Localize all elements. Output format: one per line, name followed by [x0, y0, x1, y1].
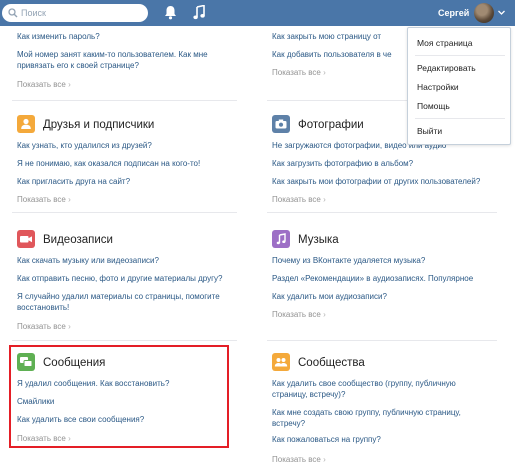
- menu-item-my-page[interactable]: Моя страница: [417, 37, 473, 49]
- question-link[interactable]: Как узнать, кто удалился из друзей?: [17, 140, 247, 151]
- question-link[interactable]: Мой номер занят каким-то пользователем. …: [17, 49, 242, 71]
- section-title[interactable]: Фотографии: [298, 118, 364, 132]
- section-title[interactable]: Друзья и подписчики: [43, 118, 154, 132]
- highlight-frame: [9, 345, 229, 448]
- question-link[interactable]: Как удалить свое сообщество (группу, пуб…: [272, 378, 477, 400]
- question-link[interactable]: Я случайно удалил материалы со страницы,…: [17, 291, 232, 313]
- question-link[interactable]: Как отправить песню, фото и другие матер…: [17, 273, 247, 284]
- menu-item-help[interactable]: Помощь: [417, 100, 450, 112]
- section-title[interactable]: Сообщества: [298, 356, 365, 370]
- avatar[interactable]: [474, 3, 494, 23]
- show-all-link[interactable]: Показать все ›: [17, 321, 71, 332]
- camera-icon: [272, 115, 290, 133]
- menu-item-logout[interactable]: Выйти: [417, 125, 442, 137]
- question-link[interactable]: Я не понимаю, как оказался подписан на к…: [17, 158, 247, 169]
- question-link[interactable]: Как пожаловаться на группу?: [272, 434, 502, 445]
- show-all-link[interactable]: Показать все ›: [17, 79, 71, 90]
- show-all-link[interactable]: Показать все ›: [272, 194, 326, 205]
- video-icon: [17, 230, 35, 248]
- question-link[interactable]: Как добавить пользователя в че: [272, 49, 404, 60]
- search-placeholder: Поиск: [21, 8, 46, 18]
- question-link[interactable]: Как скачать музыку или видеозаписи?: [17, 255, 247, 266]
- divider: [267, 340, 497, 341]
- show-all-link[interactable]: Показать все ›: [272, 454, 326, 463]
- top-header: Поиск Сергей: [0, 0, 515, 26]
- question-link[interactable]: Как пригласить друга на сайт?: [17, 176, 247, 187]
- question-link[interactable]: Как мне создать свою группу, публичную с…: [272, 407, 477, 429]
- question-link[interactable]: Почему из ВКонтакте удаляется музыка?: [272, 255, 502, 266]
- menu-divider: [415, 55, 505, 56]
- person-icon: [17, 115, 35, 133]
- profile-dropdown-menu: Моя страница Редактировать Настройки Пом…: [407, 27, 511, 145]
- section-title[interactable]: Музыка: [298, 233, 339, 247]
- question-link[interactable]: Как закрыть мою страницу от: [272, 31, 404, 42]
- question-link[interactable]: Раздел «Рекомендации» в аудиозаписях. По…: [272, 273, 502, 284]
- divider: [12, 100, 237, 101]
- people-icon: [272, 353, 290, 371]
- section-title[interactable]: Видеозаписи: [43, 233, 113, 247]
- question-link[interactable]: Как закрыть мои фотографии от других пол…: [272, 176, 502, 187]
- user-name[interactable]: Сергей: [438, 7, 469, 19]
- divider: [267, 212, 497, 213]
- show-all-link[interactable]: Показать все ›: [272, 67, 326, 78]
- chevron-down-icon[interactable]: [497, 8, 506, 17]
- divider: [12, 340, 237, 341]
- question-link[interactable]: Как удалить мои аудиозаписи?: [272, 291, 502, 302]
- menu-item-settings[interactable]: Настройки: [417, 81, 459, 93]
- menu-divider: [415, 118, 505, 119]
- show-all-link[interactable]: Показать все ›: [272, 309, 326, 320]
- question-link[interactable]: Как изменить пароль?: [17, 31, 247, 42]
- music-note-icon: [272, 230, 290, 248]
- menu-item-edit[interactable]: Редактировать: [417, 62, 476, 74]
- show-all-link[interactable]: Показать все ›: [17, 194, 71, 205]
- bell-icon[interactable]: [164, 5, 177, 20]
- divider: [12, 212, 237, 213]
- music-icon[interactable]: [193, 5, 205, 20]
- search-icon: [8, 8, 18, 18]
- question-link[interactable]: Как загрузить фотографию в альбом?: [272, 158, 502, 169]
- search-input[interactable]: Поиск: [2, 4, 148, 22]
